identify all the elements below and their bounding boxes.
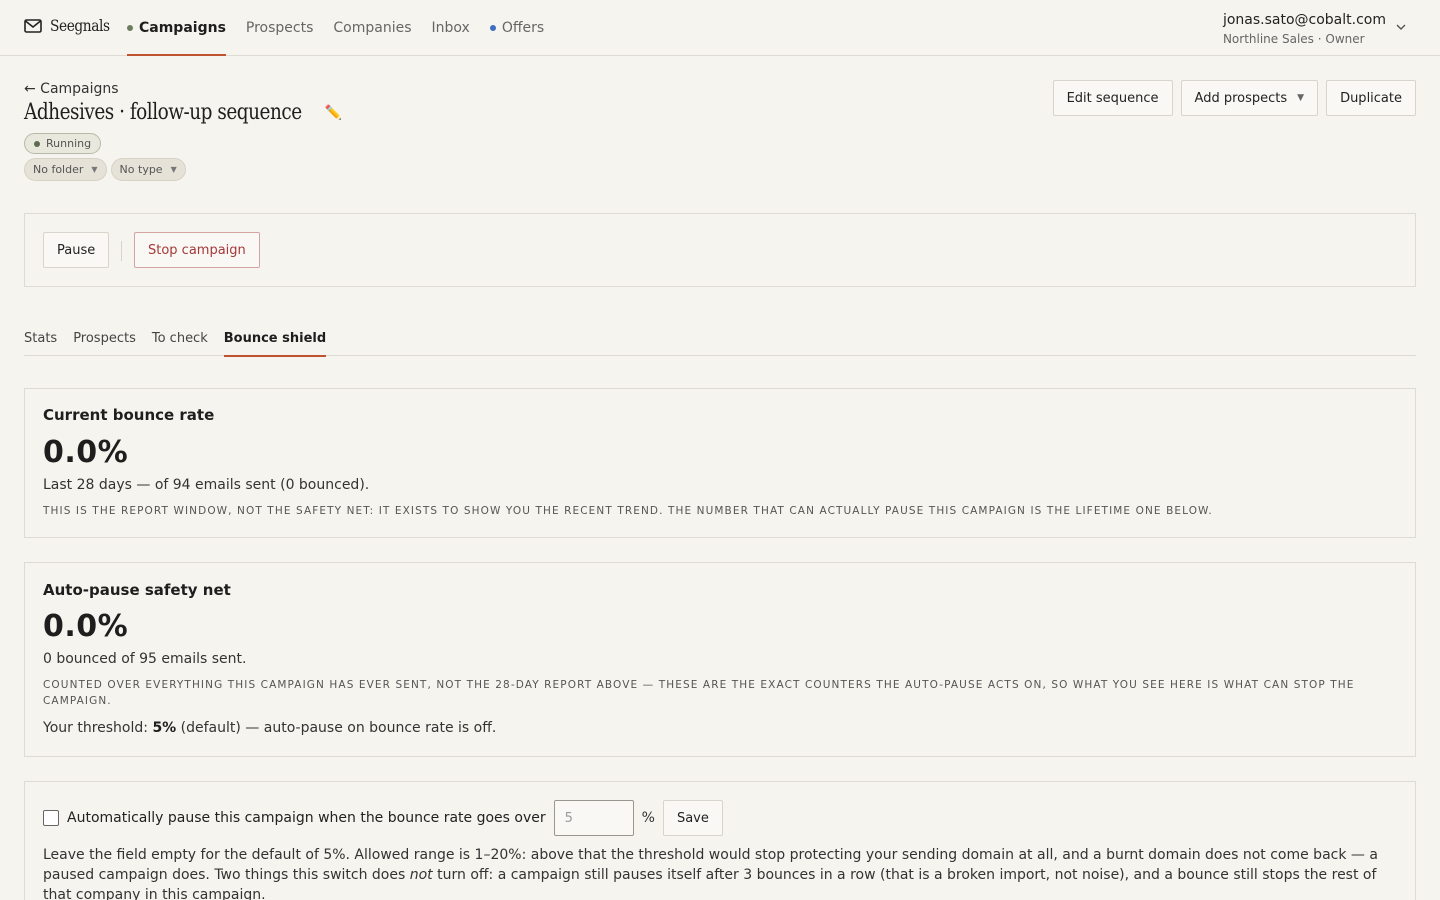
current-bounce-rate-detail: Last 28 days — of 94 emails sent (0 boun… (43, 477, 370, 493)
current-bounce-rate-value: 0.0% (43, 435, 129, 470)
nav-item-inbox[interactable]: Inbox (432, 0, 470, 56)
nav-item-offers[interactable]: Offers (489, 0, 545, 56)
folder-label: No folder (33, 163, 84, 176)
auto-pause-label: Automatically pause this campaign when t… (67, 810, 546, 826)
threshold-suffix: (default) — auto-pause on bounce rate is… (176, 720, 497, 736)
threshold-value: 5% (152, 720, 177, 736)
add-prospects-button[interactable]: Add prospects ▼ (1180, 80, 1319, 116)
campaign-tabs: Stats Prospects To check Bounce shield (24, 320, 1416, 357)
threshold-input[interactable] (553, 800, 634, 836)
chevron-down-icon[interactable] (1395, 22, 1407, 32)
percent-unit: % (641, 810, 655, 826)
nav-item-prospects[interactable]: Prospects (246, 0, 313, 56)
nav-item-companies[interactable]: Companies (333, 0, 411, 56)
tab-bounce-shield[interactable]: Bounce shield (223, 320, 327, 357)
folder-select[interactable]: No folder ▼ (24, 158, 107, 181)
edit-title-pencil-icon[interactable]: ✏️ (325, 105, 342, 121)
back-to-campaigns-link[interactable]: ← Campaigns (24, 81, 119, 97)
campaign-control-panel: Pause Stop campaign (24, 213, 1416, 287)
active-dot-icon (127, 25, 133, 31)
header-actions: Edit sequence Add prospects ▼ Duplicate (1052, 80, 1416, 116)
help-emphasis: not (409, 867, 433, 883)
add-prospects-label: Add prospects (1194, 90, 1288, 106)
pause-button[interactable]: Pause (43, 232, 110, 268)
nav-item-label: Campaigns (139, 20, 226, 36)
safety-net-bounce-rate-value: 0.0% (43, 609, 129, 644)
card-title: Auto-pause safety net (43, 581, 231, 599)
type-select[interactable]: No type ▼ (110, 158, 186, 181)
notification-dot-icon (489, 25, 496, 31)
safety-net-detail: 0 bounced of 95 emails sent. (43, 651, 247, 667)
edit-sequence-button[interactable]: Edit sequence (1052, 80, 1173, 116)
nav-item-campaigns[interactable]: Campaigns (127, 0, 226, 56)
type-label: No type (119, 163, 163, 176)
divider (121, 241, 122, 261)
stop-campaign-button[interactable]: Stop campaign (134, 232, 260, 268)
brand-name: Seegnals (50, 16, 110, 35)
auto-pause-setting-card: Automatically pause this campaign when t… (24, 781, 1416, 900)
title-row: Adhesives · follow-up sequence ✏️ (24, 100, 342, 125)
account-org: Northline Sales · Owner (1222, 32, 1365, 46)
brand[interactable]: Seegnals (24, 16, 119, 35)
nav-item-label: Inbox (431, 20, 470, 36)
auto-pause-row: Automatically pause this campaign when t… (43, 800, 723, 836)
account-menu[interactable]: jonas.sato@cobalt.com Northline Sales · … (1223, 11, 1386, 47)
card-title: Current bounce rate (43, 406, 215, 424)
auto-pause-checkbox[interactable] (43, 810, 59, 826)
status-dot-icon (34, 140, 40, 147)
current-bounce-rate-card: Current bounce rate 0.0% Last 28 days — … (24, 388, 1416, 538)
top-bar: Seegnals Campaigns Prospects Companies I… (0, 0, 1440, 56)
caret-down-icon: ▼ (91, 165, 98, 174)
meta-chips: No folder ▼ No type ▼ (24, 158, 186, 181)
safety-net-note: Counted over everything this campaign ha… (43, 679, 1355, 707)
tab-prospects[interactable]: Prospects (73, 320, 136, 356)
page-title: Adhesives · follow-up sequence (24, 100, 302, 125)
nav-item-label: Offers (501, 20, 545, 36)
main-nav: Campaigns Prospects Companies Inbox Offe… (127, 0, 544, 56)
status-badge: Running (24, 133, 102, 154)
current-bounce-rate-note: This is the report window, not the safet… (43, 505, 1213, 517)
tab-to-check[interactable]: To check (152, 320, 208, 356)
caret-down-icon: ▼ (170, 165, 177, 174)
threshold-summary: Your threshold: 5% (default) — auto-paus… (43, 720, 496, 736)
auto-pause-help: Leave the field empty for the default of… (43, 845, 1391, 900)
nav-item-label: Prospects (245, 20, 314, 36)
auto-pause-safety-net-card: Auto-pause safety net 0.0% 0 bounced of … (24, 562, 1416, 757)
save-button[interactable]: Save (662, 800, 723, 836)
tab-stats[interactable]: Stats (24, 320, 57, 356)
account-email: jonas.sato@cobalt.com (1222, 12, 1386, 28)
nav-item-label: Companies (333, 20, 412, 36)
caret-down-icon: ▼ (1297, 93, 1305, 103)
mail-icon (24, 18, 42, 33)
duplicate-button[interactable]: Duplicate (1326, 80, 1416, 116)
status-label: Running (46, 137, 92, 150)
threshold-prefix: Your threshold: (43, 720, 153, 736)
